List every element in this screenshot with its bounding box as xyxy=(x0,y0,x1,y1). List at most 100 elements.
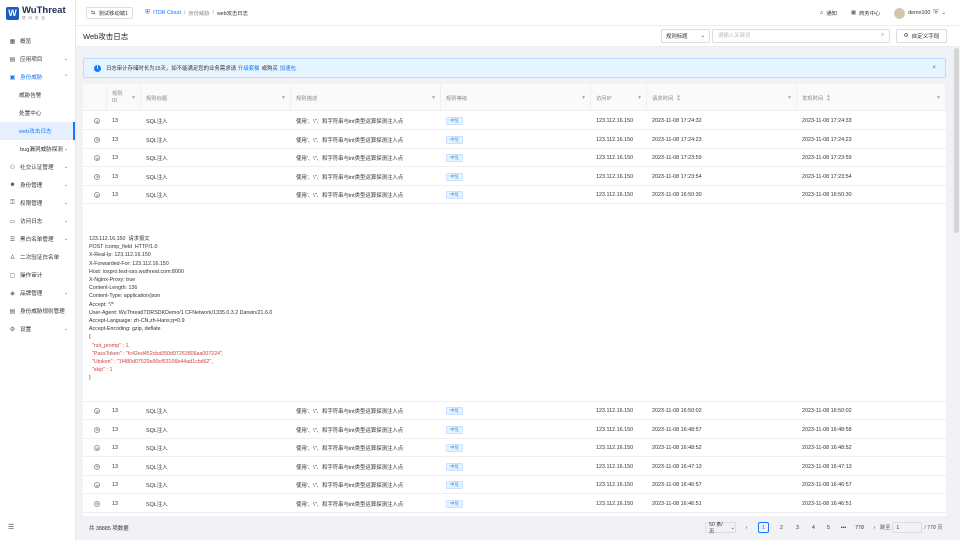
expand-row-icon[interactable]: ⊕ xyxy=(94,426,100,433)
column-header[interactable]: 规则标题 ▼ xyxy=(141,84,291,111)
boost-pack-link[interactable]: 加速包 xyxy=(280,64,296,72)
table-row[interactable]: ⊕13SQL注入使用'、\"、和字符串与int类型运算探测注入点中危123.11… xyxy=(83,149,946,167)
page-button[interactable]: 4 xyxy=(808,522,819,533)
expand-cell[interactable]: ⊕ xyxy=(89,513,107,516)
sidebar-item-audit[interactable]: ▢ 操作审计 xyxy=(0,266,75,284)
expand-cell[interactable]: ⊕ xyxy=(89,402,107,420)
sidebar-item-bug[interactable]: bug漏洞威胁探测 ⌄ xyxy=(0,140,75,158)
prev-page-button[interactable]: ‹ xyxy=(741,522,752,533)
sidebar-item-grid[interactable]: ▦ 概览 xyxy=(0,32,75,50)
breadcrumb-mid[interactable]: 身份威胁 xyxy=(188,9,209,17)
custom-fields-button[interactable]: ⚙ 自定义字段 xyxy=(896,29,947,43)
cell-desc: 使用'、\"、和字符串与int类型运算探测注入点 xyxy=(291,421,441,439)
expand-row-icon[interactable]: ⊕ xyxy=(94,118,100,124)
next-page-button[interactable]: › xyxy=(869,522,880,533)
sort-icon[interactable]: ▲ ▼ xyxy=(676,93,680,101)
expand-row-icon[interactable]: ⊕ xyxy=(94,445,100,451)
filter-icon[interactable]: ▼ xyxy=(787,95,792,101)
expand-row-icon[interactable]: ⊕ xyxy=(94,192,100,198)
column-header[interactable]: 访问IP ▼ xyxy=(591,84,647,111)
table-row[interactable]: ⊕13SQL注入使用'、\"、和字符串与int类型运算探测注入点中危123.11… xyxy=(83,112,946,130)
collapse-menu-icon[interactable]: ☰ xyxy=(8,523,14,531)
expand-cell[interactable]: ⊕ xyxy=(89,439,107,457)
table-row[interactable]: ⊕13SQL注入使用'、\"、和字符串与int类型运算探测注入点中危123.11… xyxy=(83,131,946,149)
sidebar-item-brand[interactable]: ◈ 品牌管理 ⌄ xyxy=(0,284,75,302)
sidebar-item-list[interactable]: ☰ 黑白名单管理 ⌄ xyxy=(0,230,75,248)
expand-cell[interactable]: ⊕ xyxy=(89,495,107,513)
expand-row-icon[interactable]: ⊕ xyxy=(94,155,100,161)
expand-cell[interactable]: ⊕ xyxy=(89,168,107,186)
expand-cell[interactable]: ⊕ xyxy=(89,186,107,204)
column-header[interactable]: 请求时间 ▲ ▼ ▼ xyxy=(647,84,797,111)
expand-row-icon[interactable]: ⊕ xyxy=(94,500,100,507)
filter-icon[interactable]: ▼ xyxy=(637,95,642,101)
page-button[interactable]: 778 xyxy=(854,522,865,533)
search-icon[interactable]: ⌕ xyxy=(881,32,884,39)
expand-cell[interactable]: ⊕ xyxy=(89,131,107,149)
search-input[interactable] xyxy=(712,29,890,43)
expand-row-icon[interactable]: ⊕ xyxy=(94,408,100,414)
sidebar-subitem[interactable]: 处置中心 xyxy=(0,104,75,122)
sidebar-item-social[interactable]: ⚇ 社交认证管理 ⌄ xyxy=(0,158,75,176)
table-row[interactable]: ⊕13SQL注入使用'、\"、和字符串与int类型运算探测注入点中危123.11… xyxy=(83,458,946,476)
sidebar-item-identity[interactable]: ☻ 身份管理 ⌄ xyxy=(0,176,75,194)
column-header[interactable]: 规则ID ▼ xyxy=(107,84,141,111)
page-button[interactable]: 5 xyxy=(823,522,834,533)
page-button[interactable]: 2 xyxy=(776,522,787,533)
expand-row-icon[interactable]: ⊕ xyxy=(94,463,100,470)
table-row[interactable]: ⊕13SQL注入使用'、\"、和字符串与int类型运算探测注入点中危123.11… xyxy=(83,439,946,457)
expand-cell[interactable]: ⊕ xyxy=(89,149,107,167)
rule-field-select[interactable]: 规则标题 ⌄ xyxy=(661,29,710,43)
filter-icon[interactable]: ▼ xyxy=(936,95,941,101)
close-icon[interactable]: × xyxy=(932,65,936,71)
page-button[interactable]: 3 xyxy=(792,522,803,533)
sidebar-item-threat[interactable]: ▣ 身份威胁 ⌃ xyxy=(0,68,75,86)
breadcrumb-root[interactable]: ITDR Cloud xyxy=(153,10,181,16)
column-header[interactable]: 发现时间 ▲ ▼ ▼ xyxy=(797,84,946,111)
expand-cell[interactable]: ⊕ xyxy=(89,476,107,494)
expand-row-icon[interactable]: ⊕ xyxy=(94,482,100,488)
sidebar-item-gear[interactable]: ⚙ 设置 ⌄ xyxy=(0,320,75,338)
expand-row-icon[interactable]: ⊕ xyxy=(94,173,100,180)
expand-cell[interactable]: ⊕ xyxy=(89,112,107,130)
vertical-scrollbar[interactable] xyxy=(954,48,959,233)
filter-icon[interactable]: ▼ xyxy=(281,95,286,101)
column-header[interactable]: 规则等级 ▼ xyxy=(441,84,591,111)
user-menu[interactable]: demo100 ⛨ ⌄ xyxy=(894,7,946,19)
sidebar-subitem[interactable]: web攻击日志 xyxy=(0,122,75,140)
page-ellipsis[interactable]: ••• xyxy=(838,522,849,533)
expand-row-icon[interactable]: ⊕ xyxy=(94,136,100,143)
sidebar-item-verify[interactable]: ♙ 二次验证白名单 xyxy=(0,248,75,266)
sidebar-item-label: 权限管理 xyxy=(20,201,43,207)
table-row[interactable]: ⊕13SQL注入使用'、\"、和字符串与int类型运算探测注入点中危123.11… xyxy=(83,168,946,186)
upgrade-link[interactable]: 升级套餐 xyxy=(238,64,260,72)
sidebar-item-log[interactable]: ▭ 访问日志 ⌄ xyxy=(0,212,75,230)
expand-cell[interactable]: ⊕ xyxy=(89,458,107,476)
logo[interactable]: W WuThreat 悟 问 安 全 xyxy=(0,0,75,26)
notify-button[interactable]: ♫ 通知 xyxy=(819,9,837,17)
filter-icon[interactable]: ▼ xyxy=(581,95,586,101)
table-row[interactable]: ⊕13SQL注入使用'、\"、和字符串与int类型运算探测注入点中危123.11… xyxy=(83,476,946,494)
jump-input[interactable]: 1 xyxy=(892,522,923,533)
cell-found: 2023-11-08 16:48:58 xyxy=(797,421,946,439)
filter-icon[interactable]: ▼ xyxy=(431,95,436,101)
mall-button[interactable]: ▦ 商务中心 xyxy=(851,9,880,17)
page-size-select[interactable]: 50 条/页 ⌄ xyxy=(705,522,736,535)
column-header[interactable]: 规则描述 ▼ xyxy=(291,84,441,111)
sidebar-item-permission[interactable]: ⚿ 权限管理 ⌄ xyxy=(0,194,75,212)
table-row[interactable]: ⊕13SQL注入使用'、\"、和字符串与int类型运算探测注入点中危123.11… xyxy=(83,402,946,420)
sort-icon[interactable]: ▲ ▼ xyxy=(826,93,830,101)
sidebar-subitem[interactable]: 威胁告警 xyxy=(0,86,75,104)
table-row[interactable]: ⊕13SQL注入使用'、\"、和字符串与int类型运算探测注入点中危123.11… xyxy=(83,513,946,516)
page-button[interactable]: 1 xyxy=(758,522,769,533)
sidebar-item-rule[interactable]: ▤ 身份威胁规则管理 xyxy=(0,302,75,320)
table-row[interactable]: ⊕13SQL注入使用'、\"、和字符串与int类型运算探测注入点中危123.11… xyxy=(83,421,946,439)
filter-icon[interactable]: ▼ xyxy=(131,95,136,101)
table-row[interactable]: ⊕13SQL注入使用'、\"、和字符串与int类型运算探测注入点中危123.11… xyxy=(83,186,946,204)
expand-cell[interactable]: ⊕ xyxy=(89,421,107,439)
sidebar-item-app[interactable]: ▤ 应用项目 ⌄ xyxy=(0,50,75,68)
breadcrumb-sep: / xyxy=(183,9,186,16)
table-row[interactable]: ⊕13SQL注入使用'、\"、和字符串与int类型运算探测注入点中危123.11… xyxy=(83,495,946,513)
env-switch-button[interactable]: ⇆ 测试移动端1 xyxy=(86,6,133,19)
cell-value: 123.112.16.150 xyxy=(596,173,634,180)
